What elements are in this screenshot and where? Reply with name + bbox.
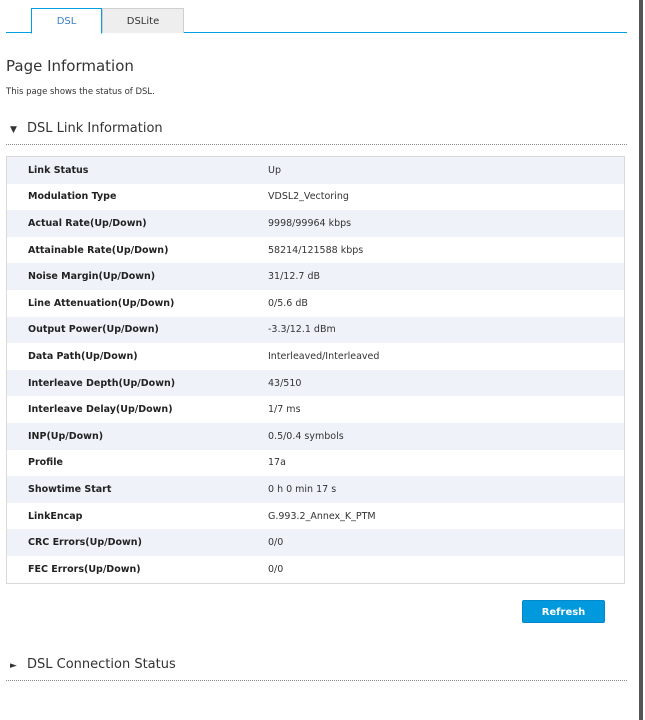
row-value: 17a — [268, 449, 625, 477]
table-row: Interleave Delay(Up/Down) 1/7 ms — [6, 396, 625, 423]
section-header-connection-status[interactable]: ► DSL Connection Status — [6, 656, 627, 681]
table-row: LinkEncap G.993.2_Annex_K_PTM — [6, 502, 625, 530]
table-row: INP(Up/Down) 0.5/0.4 symbols — [6, 422, 625, 450]
page-description: This page shows the status of DSL. — [6, 87, 155, 97]
table-row: Attainable Rate(Up/Down) 58214/121588 kbp… — [6, 236, 625, 264]
row-key: Attainable Rate(Up/Down) — [6, 236, 268, 264]
row-value: 43/510 — [268, 369, 625, 397]
tab-bar: DSL DSLite — [6, 8, 627, 34]
row-key: Interleave Depth(Up/Down) — [6, 369, 268, 397]
row-key: FEC Errors(Up/Down) — [6, 555, 268, 583]
row-key: Profile — [6, 449, 268, 477]
page-title: Page Information — [6, 57, 134, 75]
table-row: Actual Rate(Up/Down) 9998/99964 kbps — [6, 210, 625, 237]
row-value: Interleaved/Interleaved — [268, 343, 625, 370]
row-value: 0.5/0.4 symbols — [268, 422, 625, 450]
row-value: VDSL2_Vectoring — [268, 183, 625, 211]
row-value: G.993.2_Annex_K_PTM — [268, 502, 625, 530]
table-row: Interleave Depth(Up/Down) 43/510 — [6, 369, 625, 397]
table-row: Line Attenuation(Up/Down) 0/5.6 dB — [6, 289, 625, 317]
row-value: 0 h 0 min 17 s — [268, 476, 625, 503]
row-value: 0/0 — [268, 555, 625, 583]
row-key: INP(Up/Down) — [6, 422, 268, 450]
row-value: 31/12.7 dB — [268, 263, 625, 290]
table-row: Modulation Type VDSL2_Vectoring — [6, 183, 625, 211]
triangle-right-icon: ► — [10, 661, 17, 671]
tab-dsl[interactable]: DSL — [31, 8, 102, 34]
row-key: Line Attenuation(Up/Down) — [6, 289, 268, 317]
table-row: Output Power(Up/Down) -3.3/12.1 dBm — [6, 316, 625, 344]
row-value: 0/0 — [268, 529, 625, 556]
row-key: Data Path(Up/Down) — [6, 343, 268, 370]
refresh-button[interactable]: Refresh — [522, 600, 605, 623]
tab-dslite[interactable]: DSLite — [102, 8, 184, 33]
row-key: Interleave Delay(Up/Down) — [6, 396, 268, 423]
row-value: Up — [268, 156, 625, 184]
table-row: CRC Errors(Up/Down) 0/0 — [6, 529, 625, 556]
table-row: Showtime Start 0 h 0 min 17 s — [6, 476, 625, 503]
table-row: Noise Margin(Up/Down) 31/12.7 dB — [6, 263, 625, 290]
section-title-link-info: DSL Link Information — [27, 121, 163, 136]
dsl-link-info-body: Link Status Up Modulation Type VDSL2_Vector… — [6, 156, 625, 583]
triangle-down-icon: ▼ — [10, 125, 17, 135]
row-key: Actual Rate(Up/Down) — [6, 210, 268, 237]
row-value: 58214/121588 kbps — [268, 236, 625, 264]
row-key: Showtime Start — [6, 476, 268, 503]
window-right-border — [639, 0, 643, 720]
row-value: 0/5.6 dB — [268, 289, 625, 317]
row-key: CRC Errors(Up/Down) — [6, 529, 268, 556]
section-header-link-info[interactable]: ▼ DSL Link Information — [6, 120, 627, 145]
row-value: -3.3/12.1 dBm — [268, 316, 625, 344]
row-value: 1/7 ms — [268, 396, 625, 423]
dsl-link-info-table: Link Status Up Modulation Type VDSL2_Vector… — [6, 156, 625, 584]
row-key: Link Status — [6, 156, 268, 184]
row-key: Modulation Type — [6, 183, 268, 211]
row-key: Noise Margin(Up/Down) — [6, 263, 268, 290]
table-row: Link Status Up — [6, 156, 625, 184]
row-key: LinkEncap — [6, 502, 268, 530]
section-title-connection-status: DSL Connection Status — [27, 657, 176, 672]
table-row: Data Path(Up/Down) Interleaved/Interleave… — [6, 343, 625, 370]
table-row: Profile 17a — [6, 449, 625, 477]
table-row: FEC Errors(Up/Down) 0/0 — [6, 555, 625, 583]
row-value: 9998/99964 kbps — [268, 210, 625, 237]
row-key: Output Power(Up/Down) — [6, 316, 268, 344]
